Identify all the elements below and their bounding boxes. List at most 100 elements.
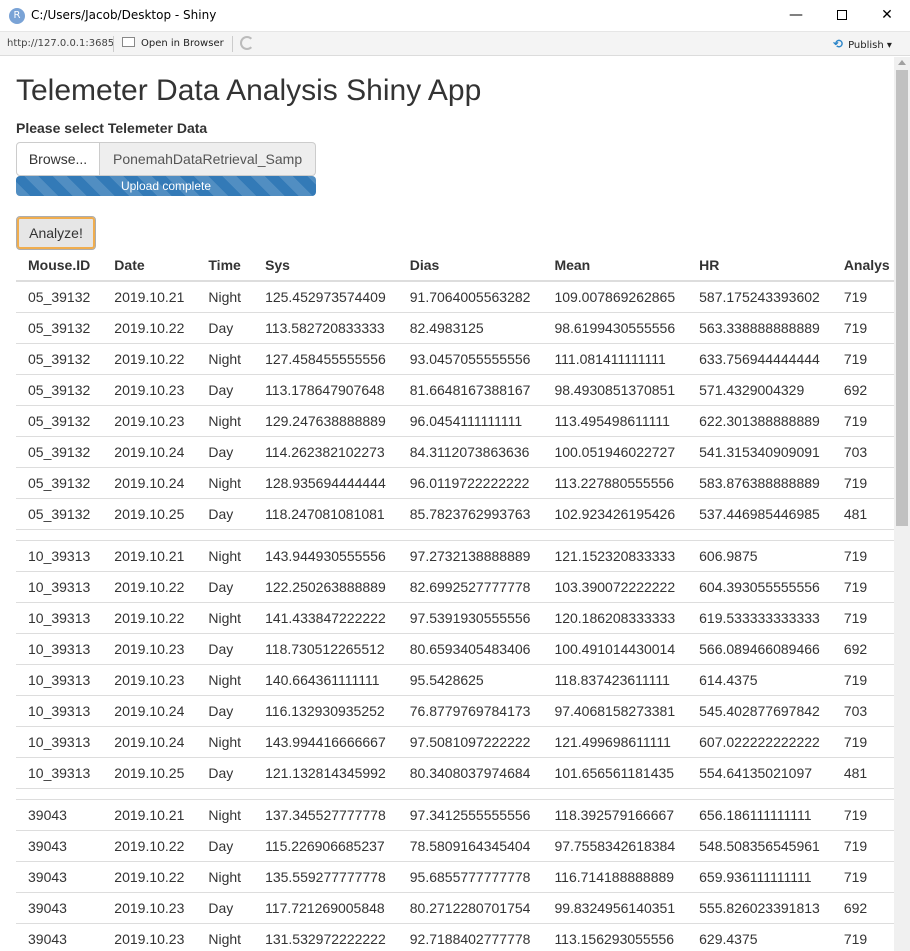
scroll-up-arrow-icon[interactable]	[898, 60, 906, 65]
table-cell: 719	[831, 466, 894, 498]
table-cell: 84.3112073863636	[397, 435, 543, 467]
table-cell: 05_39132	[16, 342, 103, 374]
table-cell: 103.390072222222	[542, 570, 688, 602]
column-header: Mouse.ID	[16, 249, 103, 282]
table-cell: 563.338888888889	[687, 311, 832, 343]
browse-button[interactable]: Browse...	[16, 142, 100, 176]
table-cell: 39043	[16, 891, 103, 923]
scrollbar-thumb[interactable]	[896, 70, 908, 526]
table-cell: 78.5809164345404	[397, 829, 543, 861]
table-cell: 114.262382102273	[253, 435, 398, 467]
close-button[interactable]: ✕	[864, 0, 910, 31]
table-cell: 2019.10.23	[102, 891, 197, 923]
table-row: 39043 2019.10.22 Day 115.226906685237 78.580…	[16, 829, 894, 861]
table-cell: 121.499698611111	[542, 725, 688, 757]
table-cell: 2019.10.24	[102, 694, 197, 726]
window-title-bar: R C:/Users/Jacob/Desktop - Shiny — ✕	[0, 0, 910, 32]
table-cell: Night	[196, 725, 254, 757]
minimize-button[interactable]: —	[773, 0, 819, 31]
column-header: Sys	[253, 249, 398, 282]
table-cell: 128.935694444444	[253, 466, 398, 498]
separator-cell	[16, 528, 894, 540]
table-cell: 2019.10.22	[102, 311, 197, 343]
table-cell: 2019.10.25	[102, 497, 197, 529]
table-cell: 719	[831, 829, 894, 861]
table-cell: 692	[831, 632, 894, 664]
table-cell: 10_39313	[16, 632, 103, 664]
column-header: Mean	[542, 249, 688, 282]
table-row: 10_39313 2019.10.23 Day 118.730512265512 80.…	[16, 632, 894, 664]
table-cell: Day	[196, 435, 254, 467]
table-cell: 10_39313	[16, 725, 103, 757]
table-row: 10_39313 2019.10.22 Night 141.433847222222 9…	[16, 601, 894, 633]
url-address[interactable]: http://127.0.0.1:3685	[7, 38, 114, 49]
table-cell: Day	[196, 891, 254, 923]
table-cell: Night	[196, 601, 254, 633]
open-in-browser-label: Open in Browser	[141, 38, 224, 49]
table-cell: 587.175243393602	[687, 280, 832, 312]
table-row: 05_39132 2019.10.23 Night 129.247638888889 9…	[16, 404, 894, 436]
table-cell: 2019.10.24	[102, 725, 197, 757]
table-cell: 05_39132	[16, 435, 103, 467]
table-cell: Night	[196, 466, 254, 498]
table-cell: 118.392579166667	[542, 798, 688, 830]
table-cell: 98.4930851370851	[542, 373, 688, 405]
table-cell: 607.022222222222	[687, 725, 832, 757]
table-row: 10_39313 2019.10.22 Day 122.250263888889 82.…	[16, 570, 894, 602]
table-row: 05_39132 2019.10.21 Night 125.452973574409 9…	[16, 280, 894, 312]
table-cell: 117.721269005848	[253, 891, 398, 923]
table-cell: 96.0119722222222	[397, 466, 543, 498]
maximize-button[interactable]	[819, 0, 865, 31]
table-cell: 113.178647907648	[253, 373, 398, 405]
table-cell: 719	[831, 663, 894, 695]
table-cell: 10_39313	[16, 570, 103, 602]
table-row: 05_39132 2019.10.24 Day 114.262382102273 84.…	[16, 435, 894, 467]
table-cell: 633.756944444444	[687, 342, 832, 374]
table-cell: 2019.10.22	[102, 601, 197, 633]
analyze-button[interactable]: Analyze!	[16, 216, 96, 250]
table-row: 39043 2019.10.21 Night 137.345527777778 97.3…	[16, 798, 894, 830]
table-cell: 111.081411111111	[542, 342, 688, 374]
table-cell: 571.4329004329	[687, 373, 832, 405]
chevron-down-icon: ▾	[886, 40, 892, 51]
table-cell: 121.152320833333	[542, 539, 688, 571]
table-cell: 113.495498611111	[542, 404, 688, 436]
table-cell: 99.8324956140351	[542, 891, 688, 923]
table-cell: Day	[196, 570, 254, 602]
vertical-scrollbar[interactable]	[894, 57, 910, 951]
table-cell: 122.250263888889	[253, 570, 398, 602]
table-cell: Night	[196, 404, 254, 436]
table-cell: 39043	[16, 798, 103, 830]
table-row: 05_39132 2019.10.22 Day 113.582720833333 82.…	[16, 311, 894, 343]
open-in-browser-button[interactable]: Open in Browser	[122, 37, 224, 49]
column-header: HR	[687, 249, 832, 282]
upload-progress-bar: Upload complete	[16, 176, 316, 196]
file-input-label: Please select Telemeter Data	[16, 120, 208, 136]
table-cell: 91.7064005563282	[397, 280, 543, 312]
refresh-icon[interactable]	[240, 36, 254, 50]
table-cell: 120.186208333333	[542, 601, 688, 633]
table-cell: 703	[831, 694, 894, 726]
table-cell: 39043	[16, 922, 103, 951]
table-cell: 116.132930935252	[253, 694, 398, 726]
table-cell: 141.433847222222	[253, 601, 398, 633]
table-cell: 82.6992527777778	[397, 570, 543, 602]
table-cell: 2019.10.21	[102, 539, 197, 571]
table-cell: 2019.10.23	[102, 663, 197, 695]
table-cell: 541.315340909091	[687, 435, 832, 467]
table-cell: 143.944930555556	[253, 539, 398, 571]
table-cell: 481	[831, 497, 894, 529]
table-cell: 2019.10.24	[102, 435, 197, 467]
table-cell: 05_39132	[16, 466, 103, 498]
table-cell: 545.402877697842	[687, 694, 832, 726]
table-cell: Night	[196, 539, 254, 571]
table-cell: 2019.10.23	[102, 404, 197, 436]
table-cell: 39043	[16, 829, 103, 861]
table-cell: 05_39132	[16, 311, 103, 343]
table-cell: Day	[196, 829, 254, 861]
table-cell: 2019.10.24	[102, 466, 197, 498]
column-header: Time	[196, 249, 254, 282]
table-cell: 82.4983125	[397, 311, 543, 343]
publish-button[interactable]: ⟲ Publish ▾	[833, 37, 892, 51]
column-header: Date	[102, 249, 197, 282]
